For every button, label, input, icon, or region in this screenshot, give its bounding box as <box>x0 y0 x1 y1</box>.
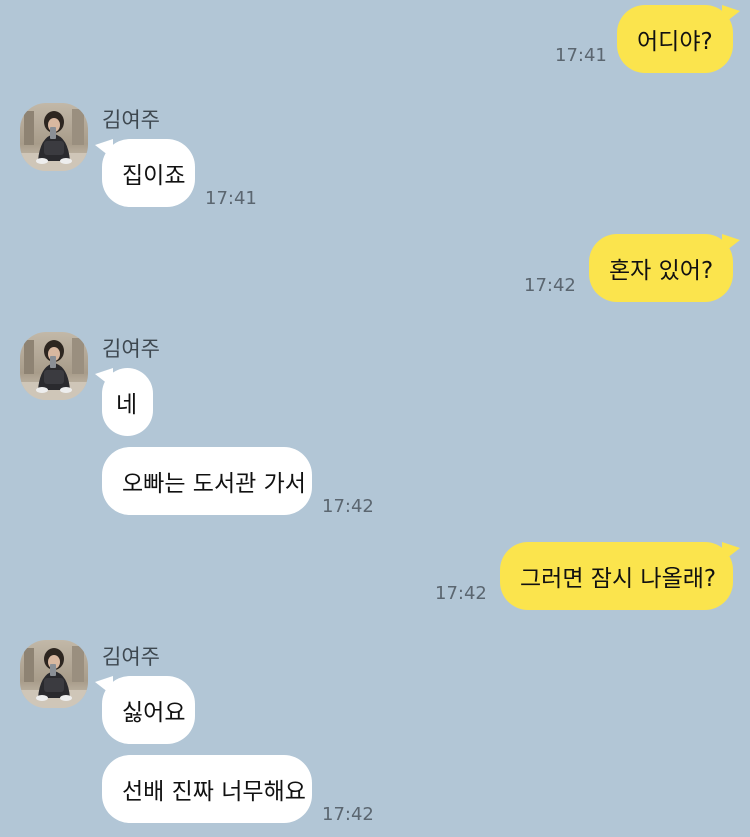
sender-name: 김여주 <box>102 645 160 669</box>
message-text: 싫어요 <box>122 700 186 726</box>
sender-avatar[interactable] <box>20 332 88 400</box>
outgoing-message-bubble[interactable]: 그러면 잠시 나올래? <box>500 542 740 610</box>
sender-avatar[interactable] <box>20 103 88 171</box>
outgoing-message-bubble[interactable]: 어디야? <box>617 5 740 73</box>
message-text: 집이죠 <box>122 163 186 189</box>
message-text: 네 <box>116 392 138 418</box>
message-text: 그러면 잠시 나올래? <box>520 566 717 592</box>
message-text: 선배 진짜 너무해요 <box>122 779 306 805</box>
message-timestamp: 17:41 <box>555 45 607 66</box>
incoming-message-bubble[interactable]: 네 <box>95 368 153 436</box>
message-text: 오빠는 도서관 가서 <box>122 471 306 497</box>
outgoing-message-bubble[interactable]: 혼자 있어? <box>589 234 740 302</box>
profile-photo-icon <box>20 332 88 400</box>
incoming-message-bubble[interactable]: 선배 진짜 너무해요 <box>102 755 312 823</box>
sender-name: 김여주 <box>102 108 160 132</box>
message-text: 어디야? <box>637 29 713 55</box>
profile-photo-icon <box>20 640 88 708</box>
incoming-message-bubble[interactable]: 집이죠 <box>95 139 195 207</box>
sender-name: 김여주 <box>102 337 160 361</box>
incoming-message-bubble[interactable]: 오빠는 도서관 가서 <box>102 447 312 515</box>
sender-avatar[interactable] <box>20 640 88 708</box>
profile-photo-icon <box>20 103 88 171</box>
chat-view[interactable]: 17:41 어디야? 김여주 집이죠 17:41 17:42 혼자 있어? 김여… <box>0 0 750 837</box>
incoming-message-bubble[interactable]: 싫어요 <box>95 676 195 744</box>
message-timestamp: 17:42 <box>524 275 576 296</box>
message-timestamp: 17:42 <box>322 496 374 517</box>
message-timestamp: 17:42 <box>435 583 487 604</box>
message-text: 혼자 있어? <box>609 258 714 284</box>
message-timestamp: 17:42 <box>322 804 374 825</box>
message-timestamp: 17:41 <box>205 188 257 209</box>
